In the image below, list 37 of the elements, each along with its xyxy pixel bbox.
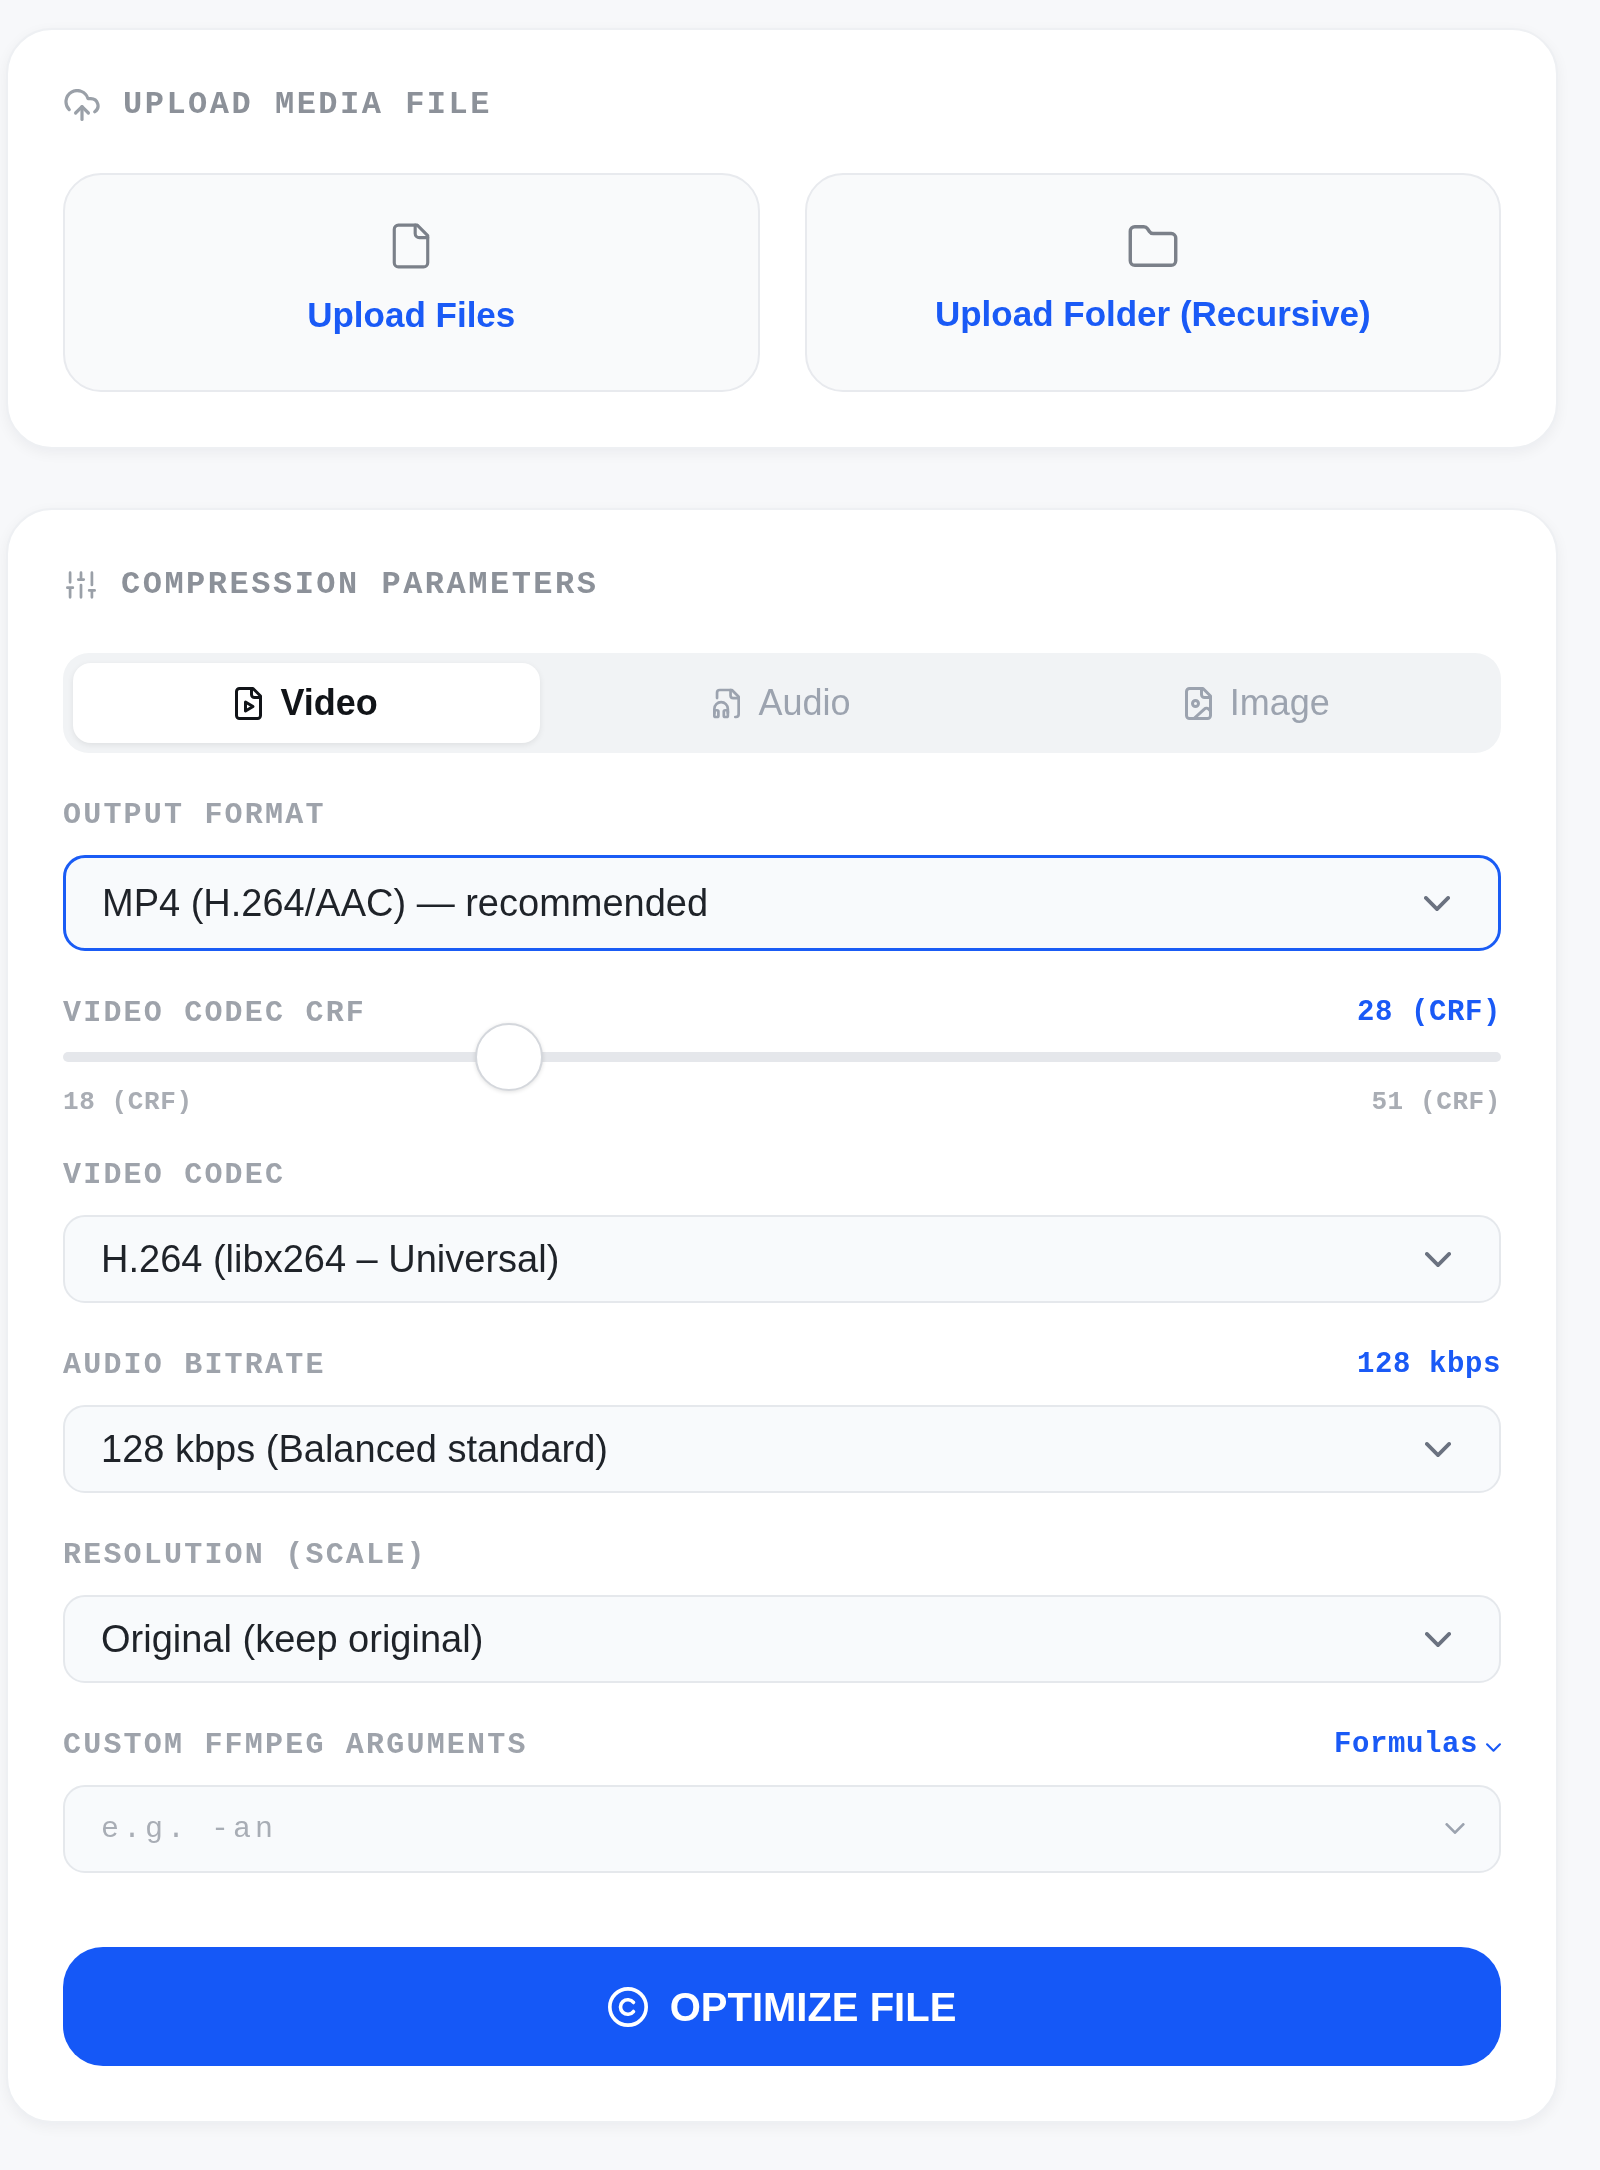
file-icon	[392, 223, 431, 270]
field-label: OUTPUT FORMAT	[63, 796, 326, 834]
file-image-icon	[1184, 686, 1212, 720]
chevron-down-icon	[1425, 1631, 1451, 1647]
file-play-icon	[235, 686, 263, 720]
dropdown-field[interactable]: H.264 (libx264 – Universal)	[63, 1215, 1501, 1303]
value-reading: 28 (CRF)	[1356, 995, 1501, 1032]
formulas-link[interactable]: Formulas	[1333, 1723, 1501, 1767]
file-headphones-icon	[713, 686, 741, 720]
chevron-down-icon	[1425, 1251, 1451, 1267]
upload-files-button[interactable]: Upload Files	[63, 173, 760, 392]
max-label: 51 (CRF)	[1371, 1085, 1501, 1119]
min-label: 18 (CRF)	[63, 1085, 193, 1119]
optimize-button[interactable]: OPTIMIZE FILE	[63, 1947, 1501, 2066]
sliders-icon	[66, 569, 96, 601]
tab[interactable]: Video	[73, 663, 541, 743]
dropdown-field[interactable]: MP4 (H.264/AAC) — recommended	[63, 855, 1501, 951]
value-reading: 128 kbps	[1356, 1347, 1501, 1384]
chevron-down-icon	[1424, 895, 1450, 911]
chevron-down-icon	[1486, 1742, 1501, 1752]
section-title: COMPRESSION PARAMETERS	[121, 565, 599, 605]
field-label: VIDEO CODEC CRF	[63, 994, 367, 1032]
slider-thumb[interactable]	[474, 1023, 543, 1091]
chevron-down-icon	[1445, 1823, 1465, 1834]
field-label: AUDIO BITRATE	[63, 1346, 326, 1384]
upload-folder-button[interactable]: Upload Folder (Recursive)	[804, 173, 1501, 392]
dropdown-field[interactable]: Original (keep original)	[63, 1595, 1501, 1683]
section-title: UPLOAD MEDIA FILE	[123, 85, 492, 125]
chevron-down-icon	[1425, 1441, 1451, 1457]
cloud-upload-icon	[63, 89, 101, 121]
dropdown-field[interactable]: 128 kbps (Balanced standard)	[63, 1405, 1501, 1493]
input-field[interactable]: e.g. -an	[63, 1785, 1501, 1873]
field-label: CUSTOM FFMPEG ARGUMENTS	[63, 1726, 528, 1764]
field-label: RESOLUTION (SCALE)	[63, 1536, 427, 1574]
circled-c-icon	[607, 1986, 648, 2027]
field-label: VIDEO CODEC	[63, 1156, 286, 1194]
folder-icon	[1127, 224, 1178, 269]
